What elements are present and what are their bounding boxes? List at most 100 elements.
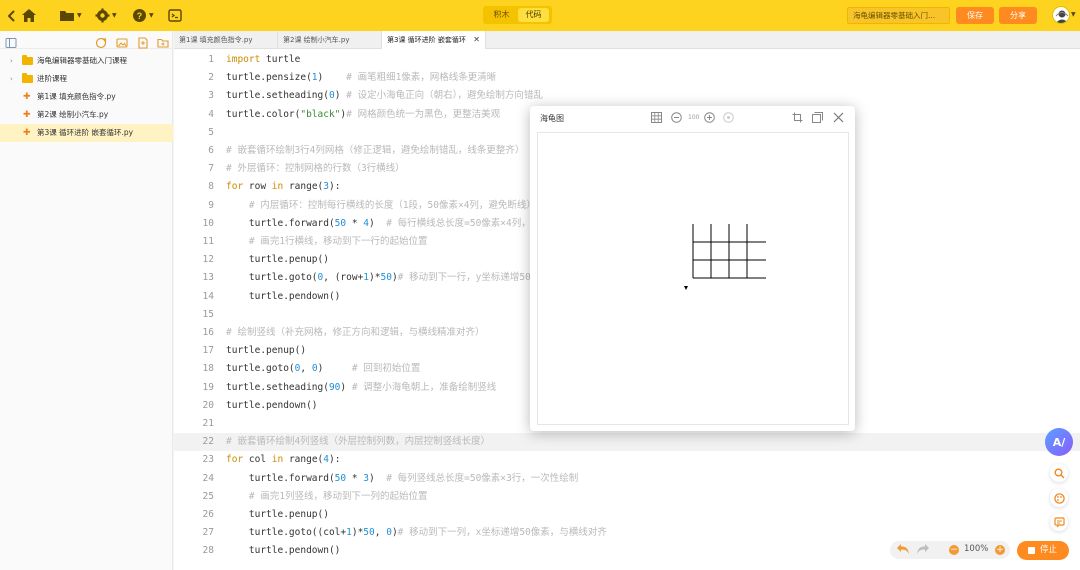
sidebar-item-lesson-1[interactable]: ✚ 第1课 填充颜色指令.py (0, 88, 173, 106)
code-line[interactable]: 23 for col in range(4): (174, 451, 1080, 469)
code-line[interactable]: 26 turtle.penup() (174, 506, 1080, 524)
close-icon[interactable] (833, 112, 844, 124)
code-text: turtle.setheading(90) # 调整小海龟朝上，准备绘制竖线 (226, 381, 497, 393)
back-icon[interactable] (8, 7, 16, 24)
mode-switch: 积木 代码 (483, 6, 552, 24)
line-number: 21 (202, 418, 214, 429)
stop-button[interactable]: 停止 (1017, 541, 1069, 560)
zoom-in-icon[interactable] (704, 112, 715, 124)
stop-icon (1028, 547, 1035, 554)
line-number: 22 (202, 436, 214, 448)
line-number: 7 (208, 163, 214, 175)
chevron-right-icon[interactable]: › (10, 52, 13, 70)
crop-icon[interactable] (792, 112, 803, 124)
line-number: 9 (208, 199, 214, 211)
grid-icon[interactable] (651, 112, 662, 124)
project-name-field[interactable]: 海龟编辑器零基础入门... (847, 7, 950, 24)
code-text: turtle.goto((col+1)*50, 0)# 移动到下一列，x坐标递增… (226, 527, 607, 539)
avatar[interactable] (1052, 6, 1070, 24)
line-number: 3 (208, 90, 214, 102)
editor-tabs: 第1课 填充颜色指令.py 第2课 绘制小汽车.py 第3课 循环进阶 嵌套循环… (174, 31, 1080, 49)
code-line[interactable]: 1 import turtle (174, 51, 1080, 69)
redo-icon[interactable] (916, 543, 930, 558)
code-text: turtle.pendown() (226, 290, 341, 302)
line-number: 8 (208, 181, 214, 193)
svg-text:?: ? (137, 11, 143, 21)
folder-icon (22, 55, 33, 65)
code-line[interactable]: 25 # 画完1列竖线，移动到下一列的起始位置 (174, 488, 1080, 506)
zoom-out-icon[interactable] (671, 112, 682, 124)
line-number: 24 (202, 472, 214, 484)
popout-icon[interactable] (812, 112, 823, 124)
code-text: # 嵌套循环绘制3行4列网格（修正逻辑，避免绘制错乱，线条更整齐） (226, 145, 525, 156)
line-number: 28 (202, 545, 214, 557)
code-text: turtle.penup() (226, 345, 307, 357)
line-number: 26 (202, 509, 214, 520)
code-line[interactable]: 3 turtle.setheading(0) # 设定小海龟正向（朝右），避免绘制… (174, 87, 1080, 105)
mode-tab-code[interactable]: 代码 (518, 8, 549, 22)
tab-lesson-1[interactable]: 第1课 填充颜色指令.py (174, 31, 278, 49)
sidebar-item-advanced-course[interactable]: › 进阶课程 (0, 70, 173, 88)
share-button[interactable]: 分享 (999, 7, 1037, 24)
zoom-minus-button[interactable]: − (949, 545, 959, 555)
new-file-icon[interactable] (137, 34, 149, 49)
line-number: 18 (202, 363, 214, 375)
refresh-icon[interactable] (95, 34, 107, 49)
code-text: for col in range(4): (226, 454, 341, 466)
sidebar-item-lesson-2[interactable]: ✚ 第2课 绘制小汽车.py (0, 106, 173, 124)
feedback-icon[interactable] (1050, 513, 1068, 531)
turtle-window-title: 海龟图 (540, 114, 564, 123)
turtle-canvas[interactable] (537, 132, 849, 425)
line-number: 14 (202, 290, 214, 302)
code-text: # 嵌套循环绘制4列竖线（外层控制列数，内层控制竖线长度） (226, 436, 491, 448)
line-number: 25 (202, 490, 214, 502)
code-text: turtle.pensize(1) # 画笔粗细1像素，网格线条更清晰 (226, 72, 497, 84)
collapse-sidebar-icon[interactable] (5, 34, 17, 48)
settings-menu-icon[interactable]: ▼ (95, 7, 117, 24)
tab-lesson-2[interactable]: 第2课 绘制小汽车.py (278, 31, 382, 49)
code-line[interactable]: 2 turtle.pensize(1) # 画笔粗细1像素，网格线条更清晰 (174, 69, 1080, 87)
ai-assistant-button[interactable]: A/ (1045, 428, 1073, 456)
mode-tab-blocks[interactable]: 积木 (486, 8, 517, 22)
code-text: turtle.forward(50 * 4) # 每行横线总长度=50像素×4列… (226, 217, 579, 229)
home-icon[interactable] (21, 7, 37, 24)
code-text: turtle.forward(50 * 3) # 每列竖线总长度=50像素×3行… (226, 472, 579, 484)
code-line[interactable]: 27 turtle.goto((col+1)*50, 0)# 移动到下一列，x坐… (174, 524, 1080, 542)
new-image-icon[interactable] (116, 34, 128, 48)
code-text: turtle.color("black")# 网格颜色统一为黑色，更整洁美观 (226, 108, 501, 120)
search-icon[interactable] (1050, 464, 1068, 482)
sidebar-item-lesson-3[interactable]: ✚ 第3课 循环进阶 嵌套循环.py (0, 124, 173, 142)
turtle-zoom-value: 100 (688, 114, 700, 121)
palette-icon[interactable] (1050, 489, 1068, 507)
stop-label: 停止 (1040, 545, 1058, 555)
zoom-level: 100% (964, 544, 989, 554)
line-number: 11 (202, 236, 214, 247)
folder-menu-icon[interactable]: ▼ (59, 7, 82, 24)
tab-lesson-3[interactable]: 第3课 循环进阶 嵌套循环 ✕ (382, 31, 486, 49)
tab-lesson-3-label: 第3课 循环进阶 嵌套循环 (387, 36, 466, 44)
avatar-caret-icon[interactable]: ▼ (1071, 11, 1076, 18)
code-text: # 绘制竖线（补充网格，修正方向和逻辑，与横线精准对齐） (226, 327, 485, 338)
undo-icon[interactable] (896, 543, 910, 558)
code-text: turtle.goto(0, (row+1)*50)# 移动到下一行，y坐标递增… (226, 272, 550, 284)
save-button[interactable]: 保存 (956, 7, 994, 24)
code-text: turtle.goto(0, 0) # 回到初始位置 (226, 363, 421, 375)
line-number: 16 (202, 327, 214, 338)
code-line[interactable]: 22 # 嵌套循环绘制4列竖线（外层控制列数，内层控制竖线长度） (174, 433, 1080, 452)
line-number: 23 (202, 454, 214, 466)
terminal-icon[interactable] (168, 7, 182, 24)
code-line[interactable]: 24 turtle.forward(50 * 3) # 每列竖线总长度=50像素… (174, 470, 1080, 488)
reset-view-icon[interactable] (723, 112, 734, 124)
zoom-plus-button[interactable]: + (995, 545, 1005, 555)
help-menu-icon[interactable]: ? ▼ (132, 7, 154, 24)
python-file-icon: ✚ (23, 92, 31, 102)
new-folder-icon[interactable] (157, 34, 169, 48)
code-text: # 外层循环：控制网格的行数（3行横线） (226, 163, 405, 175)
code-text: # 画完1列竖线，移动到下一列的起始位置 (248, 490, 428, 502)
close-tab-icon[interactable]: ✕ (473, 31, 480, 49)
chevron-right-icon[interactable]: › (10, 70, 13, 88)
line-number: 17 (202, 345, 214, 357)
python-file-icon: ✚ (23, 128, 31, 138)
sidebar-item-intro-course[interactable]: › 海龟编辑器零基础入门课程 (0, 52, 173, 70)
code-text: for row in range(3): (226, 181, 341, 193)
